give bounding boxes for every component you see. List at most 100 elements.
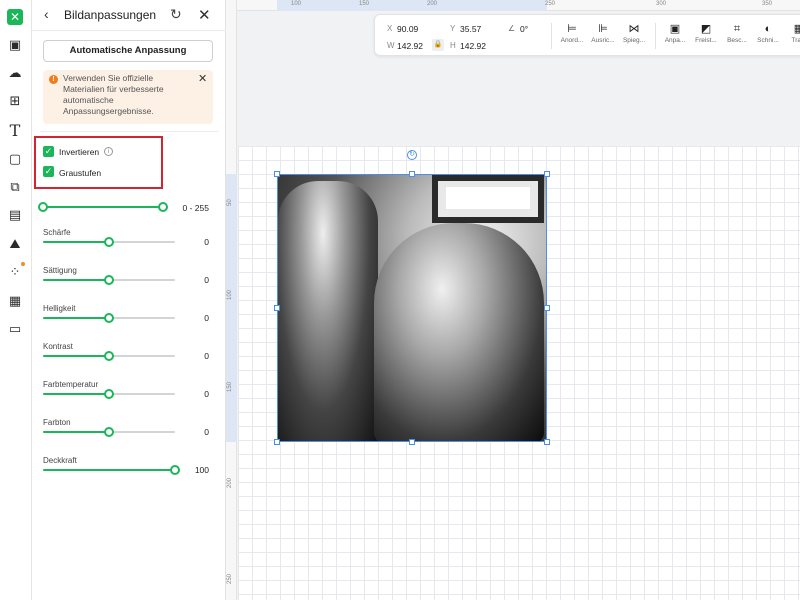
sharpness-slider[interactable] [43, 237, 175, 247]
adjust-tool-button[interactable]: ▣ Anpa... [658, 21, 692, 44]
saturation-slider[interactable] [43, 275, 175, 285]
selected-image[interactable] [277, 174, 547, 442]
slider-handle[interactable] [104, 389, 114, 399]
slider-handle[interactable] [170, 465, 180, 475]
opacity-value: 100 [194, 465, 209, 475]
range-max-handle[interactable] [158, 202, 168, 212]
resize-handle[interactable] [274, 305, 280, 311]
color-temperature-label: Farbtemperatur [43, 380, 99, 389]
resize-handle[interactable] [544, 439, 550, 445]
invert-checkbox[interactable]: ✓ [43, 146, 54, 157]
height-input[interactable]: 142.92 [460, 41, 486, 51]
apps-icon[interactable]: ⁘ [6, 262, 25, 281]
tool-label: Freist... [695, 37, 717, 44]
notification-dot [21, 262, 25, 266]
arrange-tool-button[interactable]: ⊨ Anord... [555, 21, 589, 44]
rotate-handle-icon[interactable]: ↻ [407, 150, 417, 160]
save-icon[interactable]: ▣ [6, 36, 24, 54]
transparency-icon: ▦ [793, 23, 800, 35]
panel-title: Bildanpassungen [64, 8, 157, 22]
crop-icon: ⌗ [733, 23, 741, 35]
ruler-tick: 150 [227, 381, 233, 392]
tool-label: Anpa... [664, 37, 686, 44]
mirror-icon: ⋈ [628, 23, 640, 35]
levels-range-slider[interactable] [38, 202, 168, 212]
contrast-label: Kontrast [43, 342, 73, 351]
rotation-input[interactable]: 0° [520, 24, 528, 34]
resize-handle[interactable] [409, 171, 415, 177]
resize-handle[interactable] [544, 171, 550, 177]
color-temperature-slider[interactable] [43, 389, 175, 399]
cutout-tool-button[interactable]: ◩ Freist... [689, 21, 723, 44]
slider-handle[interactable] [104, 313, 114, 323]
tool-rail: ✕ ▣ ☁ ⊞ T ▢ ⧉ ▤ ⛰ ⁘ ▦ ▭ [0, 0, 32, 600]
layout-icon[interactable]: ▤ [6, 206, 24, 224]
adjust-icon: ▣ [669, 23, 681, 35]
tool-label: Ausric... [591, 37, 615, 44]
mask-tool-button[interactable]: ◐ Schni... [751, 21, 785, 44]
slider-fill [43, 469, 175, 471]
text-icon[interactable]: T [6, 121, 24, 140]
angle-icon: ∠ [508, 24, 516, 33]
folder-icon[interactable]: ▭ [6, 320, 24, 338]
tool-label: Anord... [560, 37, 584, 44]
resize-handle[interactable] [274, 171, 280, 177]
resize-handle[interactable] [409, 439, 415, 445]
invert-label: Invertieren [59, 147, 100, 157]
hue-slider[interactable] [43, 427, 175, 437]
grayscale-checkbox[interactable]: ✓ [43, 166, 54, 177]
brightness-slider[interactable] [43, 313, 175, 323]
app-logo-icon[interactable]: ✕ [7, 9, 23, 25]
add-icon[interactable]: ⊞ [6, 92, 24, 110]
grayscale-label: Graustufen [59, 168, 102, 178]
slider-fill [43, 317, 109, 319]
x-label: X [387, 24, 393, 33]
elements-icon[interactable]: ⧉ [6, 178, 24, 196]
mirror-tool-button[interactable]: ⋈ Spieg... [617, 21, 651, 44]
images-icon[interactable]: ⛰ [6, 235, 24, 253]
ruler-tick: 250 [545, 1, 556, 7]
back-icon[interactable]: ‹ [44, 6, 49, 22]
slider-handle[interactable] [104, 237, 114, 247]
slider-handle[interactable] [104, 275, 114, 285]
x-input[interactable]: 90.09 [397, 24, 418, 34]
upload-icon[interactable]: ☁ [6, 64, 24, 82]
align-tool-button[interactable]: ⊫ Ausric... [586, 21, 620, 44]
slider-handle[interactable] [104, 427, 114, 437]
sharpness-label: Schärfe [43, 228, 71, 237]
ruler-tick: 300 [656, 1, 667, 7]
y-input[interactable]: 35.57 [460, 24, 481, 34]
opacity-slider[interactable] [43, 465, 180, 475]
resize-handle[interactable] [274, 439, 280, 445]
color-temperature-value: 0 [204, 389, 209, 399]
ruler-tick: 150 [359, 1, 370, 7]
resize-handle[interactable] [544, 305, 550, 311]
contrast-slider[interactable] [43, 351, 175, 361]
left-ruler: 50 100 150 200 250 [226, 0, 237, 600]
ruler-tick: 250 [227, 573, 233, 584]
ruler-tick: 350 [762, 1, 773, 7]
crop-tool-button[interactable]: ⌗ Besc... [720, 21, 754, 44]
slider-handle[interactable] [104, 351, 114, 361]
divider [40, 131, 218, 132]
info-icon[interactable]: i [104, 147, 113, 156]
range-min-handle[interactable] [38, 202, 48, 212]
brightness-value: 0 [204, 313, 209, 323]
lock-aspect-icon[interactable]: 🔒 [432, 39, 444, 51]
transparency-tool-button[interactable]: ▦ Tra... [782, 21, 800, 44]
width-input[interactable]: 142.92 [397, 41, 423, 51]
design-canvas[interactable]: 100 150 200 250 300 350 50 100 150 200 2… [226, 0, 800, 600]
highlight-box [34, 136, 163, 189]
slider-fill [43, 279, 109, 281]
brightness-label: Helligkeit [43, 304, 76, 313]
close-icon[interactable]: ✕ [198, 6, 211, 24]
notice-close-icon[interactable]: ✕ [198, 72, 207, 85]
auto-adjust-button[interactable]: Automatische Anpassung [43, 40, 213, 62]
shape-icon[interactable]: ▢ [6, 150, 24, 168]
ai-icon[interactable]: ▦ [6, 292, 24, 310]
reset-icon[interactable]: ↻ [170, 6, 182, 23]
mask-icon: ◐ [764, 23, 772, 35]
tool-label: Tra... [791, 37, 800, 44]
hue-value: 0 [204, 427, 209, 437]
range-value: 0 - 255 [182, 203, 209, 213]
